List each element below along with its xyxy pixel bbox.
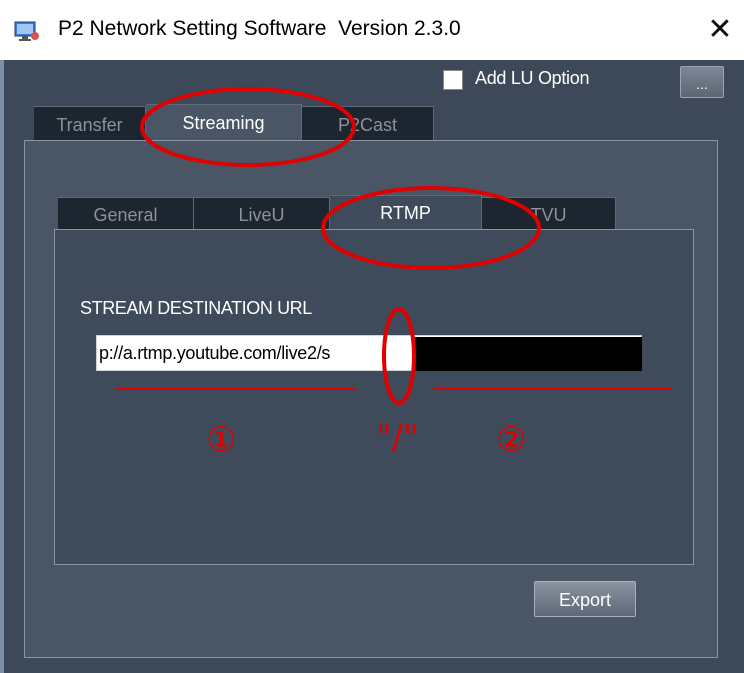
subtab-general[interactable]: General — [58, 197, 194, 229]
subtab-tvu[interactable]: TVU — [482, 197, 616, 229]
app-window: P2 Network Setting Software Version 2.3.… — [0, 0, 744, 673]
window-title: P2 Network Setting Software Version 2.3.… — [58, 17, 461, 40]
export-button[interactable]: Export — [534, 581, 636, 617]
annotation-slash: "/" — [376, 418, 419, 458]
tab-transfer[interactable]: Transfer — [34, 106, 146, 140]
add-lu-option-checkbox[interactable] — [443, 70, 463, 90]
subtab-rtmp[interactable]: RTMP — [330, 195, 482, 229]
subtab-liveu[interactable]: LiveU — [194, 197, 330, 229]
network-app-icon — [14, 21, 39, 41]
title-bar: P2 Network Setting Software Version 2.3.… — [0, 0, 744, 60]
redacted-stream-key — [414, 337, 642, 371]
rtmp-panel — [54, 229, 694, 565]
tab-p2cast[interactable]: P2Cast — [302, 106, 434, 140]
tab-streaming[interactable]: Streaming — [146, 104, 302, 140]
annotation-part2: ② — [496, 420, 527, 460]
add-lu-option-label: Add LU Option — [475, 68, 590, 88]
annotation-part1: ① — [206, 420, 237, 460]
more-options-button[interactable]: ... — [680, 66, 724, 98]
stream-destination-url-label: STREAM DESTINATION URL — [80, 298, 312, 318]
close-button[interactable]: ✕ — [700, 10, 740, 50]
